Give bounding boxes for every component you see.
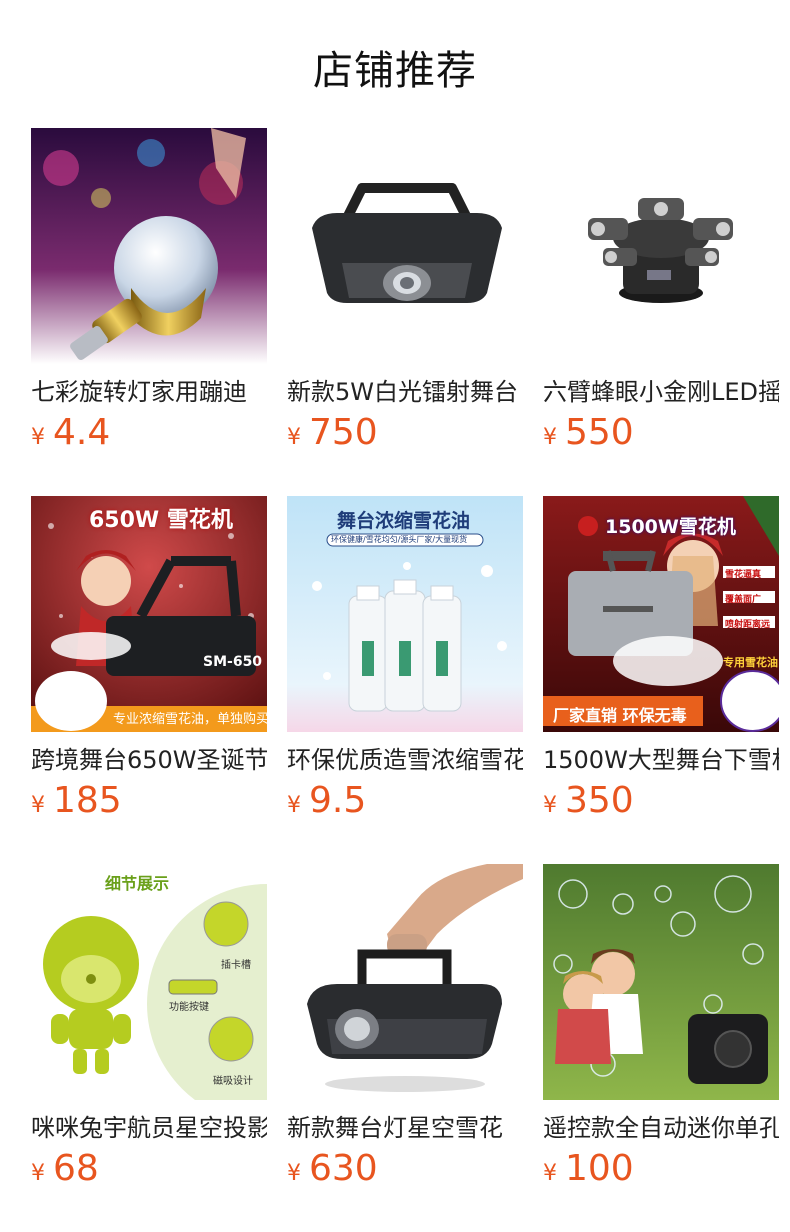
product-card[interactable]: 六臂蜂眼小金刚LED摇 ¥550 xyxy=(543,128,779,464)
price-value: 68 xyxy=(53,1148,99,1189)
product-card[interactable]: 遥控款全自动迷你单孔 ¥100 xyxy=(543,864,779,1200)
product-image-laser-light[interactable] xyxy=(287,128,523,364)
product-card[interactable]: 新款舞台灯星空雪花 ¥630 xyxy=(287,864,523,1200)
product-image-snow-machine-650[interactable]: 650W 雪花机 SM-650 专业浓缩雪花油，单独购买 xyxy=(31,496,267,732)
product-name[interactable]: 新款舞台灯星空雪花 xyxy=(287,1113,523,1143)
product-card[interactable]: 细节展示 插卡槽 功能按键 磁吸设计 咪咪兔宇航员星空投影 ¥68 xyxy=(31,864,267,1200)
product-card[interactable]: 舞台浓缩雪花油 环保健康/雪花均匀/源头厂家/大量现货 环保优质造雪浓缩雪花 ¥… xyxy=(287,496,523,832)
overlay-model: SM-650 xyxy=(203,654,263,670)
product-price: ¥350 xyxy=(543,781,779,827)
overlay-title: 舞台浓缩雪花油 xyxy=(337,510,471,532)
overlay-title: 细节展示 xyxy=(105,874,170,893)
overlay-label: 功能按键 xyxy=(169,1002,209,1013)
currency-symbol: ¥ xyxy=(543,425,557,450)
overlay-footer: 厂家直销 环保无毒 xyxy=(553,706,687,725)
overlay-tag: 雪花逼真 xyxy=(725,570,762,580)
currency-symbol: ¥ xyxy=(543,793,557,818)
product-price: ¥100 xyxy=(543,1149,779,1195)
currency-symbol: ¥ xyxy=(287,425,301,450)
product-image-six-arm-light[interactable] xyxy=(543,128,779,364)
currency-symbol: ¥ xyxy=(287,1161,301,1186)
overlay-badge: 专用雪花油 xyxy=(723,656,778,669)
currency-symbol: ¥ xyxy=(31,425,45,450)
price-value: 550 xyxy=(565,412,634,453)
currency-symbol: ¥ xyxy=(543,1161,557,1186)
product-name[interactable]: 咪咪兔宇航员星空投影 xyxy=(31,1113,267,1143)
product-name[interactable]: 六臂蜂眼小金刚LED摇 xyxy=(543,377,779,407)
overlay-label: 插卡槽 xyxy=(221,960,251,971)
currency-symbol: ¥ xyxy=(31,793,45,818)
price-value: 100 xyxy=(565,1148,634,1189)
product-card[interactable]: 650W 雪花机 SM-650 专业浓缩雪花油，单独购买 跨境舞台650W圣诞节… xyxy=(31,496,267,832)
overlay-tag: 覆盖面广 xyxy=(725,595,762,605)
price-value: 630 xyxy=(309,1148,378,1189)
overlay-title: 1500W雪花机 xyxy=(605,516,736,538)
page-title: 店铺推荐 xyxy=(313,48,477,94)
product-name[interactable]: 新款5W白光镭射舞台 xyxy=(287,377,523,407)
price-value: 4.4 xyxy=(53,412,111,453)
product-grid: 七彩旋转灯家用蹦迪 ¥4.4 新款5W白光镭射舞台 ¥750 六臂蜂眼小金刚LE… xyxy=(31,128,779,1200)
product-price: ¥9.5 xyxy=(287,781,523,827)
currency-symbol: ¥ xyxy=(31,1161,45,1186)
product-price: ¥750 xyxy=(287,413,523,459)
product-name[interactable]: 七彩旋转灯家用蹦迪 xyxy=(31,377,267,407)
product-name[interactable]: 遥控款全自动迷你单孔 xyxy=(543,1113,779,1143)
product-card[interactable]: 新款5W白光镭射舞台 ¥750 xyxy=(287,128,523,464)
price-value: 9.5 xyxy=(309,780,367,821)
price-value: 750 xyxy=(309,412,378,453)
product-image-astronaut-projector[interactable]: 细节展示 插卡槽 功能按键 磁吸设计 xyxy=(31,864,267,1100)
product-card[interactable]: 1500W雪花机 雪花逼真 覆盖面广 喷射距离远 专用雪花油 厂家直销 环保无毒… xyxy=(543,496,779,832)
product-image-snow-machine-1500[interactable]: 1500W雪花机 雪花逼真 覆盖面广 喷射距离远 专用雪花油 厂家直销 环保无毒 xyxy=(543,496,779,732)
overlay-label: 磁吸设计 xyxy=(213,1076,253,1087)
product-image-stage-light-hand[interactable] xyxy=(287,864,523,1100)
product-name[interactable]: 1500W大型舞台下雪机 xyxy=(543,745,779,775)
product-price: ¥185 xyxy=(31,781,267,827)
product-image-bubble-machine[interactable] xyxy=(543,864,779,1100)
price-value: 350 xyxy=(565,780,634,821)
product-image-snow-fluid[interactable]: 舞台浓缩雪花油 环保健康/雪花均匀/源头厂家/大量现货 xyxy=(287,496,523,732)
product-image-disco-bulb[interactable] xyxy=(31,128,267,364)
price-value: 185 xyxy=(53,780,122,821)
product-price: ¥550 xyxy=(543,413,779,459)
product-name[interactable]: 环保优质造雪浓缩雪花 xyxy=(287,745,523,775)
product-card[interactable]: 七彩旋转灯家用蹦迪 ¥4.4 xyxy=(31,128,267,464)
product-name[interactable]: 跨境舞台650W圣诞节 xyxy=(31,745,267,775)
overlay-footer: 专业浓缩雪花油，单独购买 xyxy=(113,712,267,727)
currency-symbol: ¥ xyxy=(287,793,301,818)
overlay-subtitle: 环保健康/雪花均匀/源头厂家/大量现货 xyxy=(331,535,468,544)
product-price: ¥4.4 xyxy=(31,413,267,459)
overlay-tag: 喷射距离远 xyxy=(725,620,771,630)
product-price: ¥630 xyxy=(287,1149,523,1195)
product-price: ¥68 xyxy=(31,1149,267,1195)
overlay-title: 650W 雪花机 xyxy=(89,508,233,533)
